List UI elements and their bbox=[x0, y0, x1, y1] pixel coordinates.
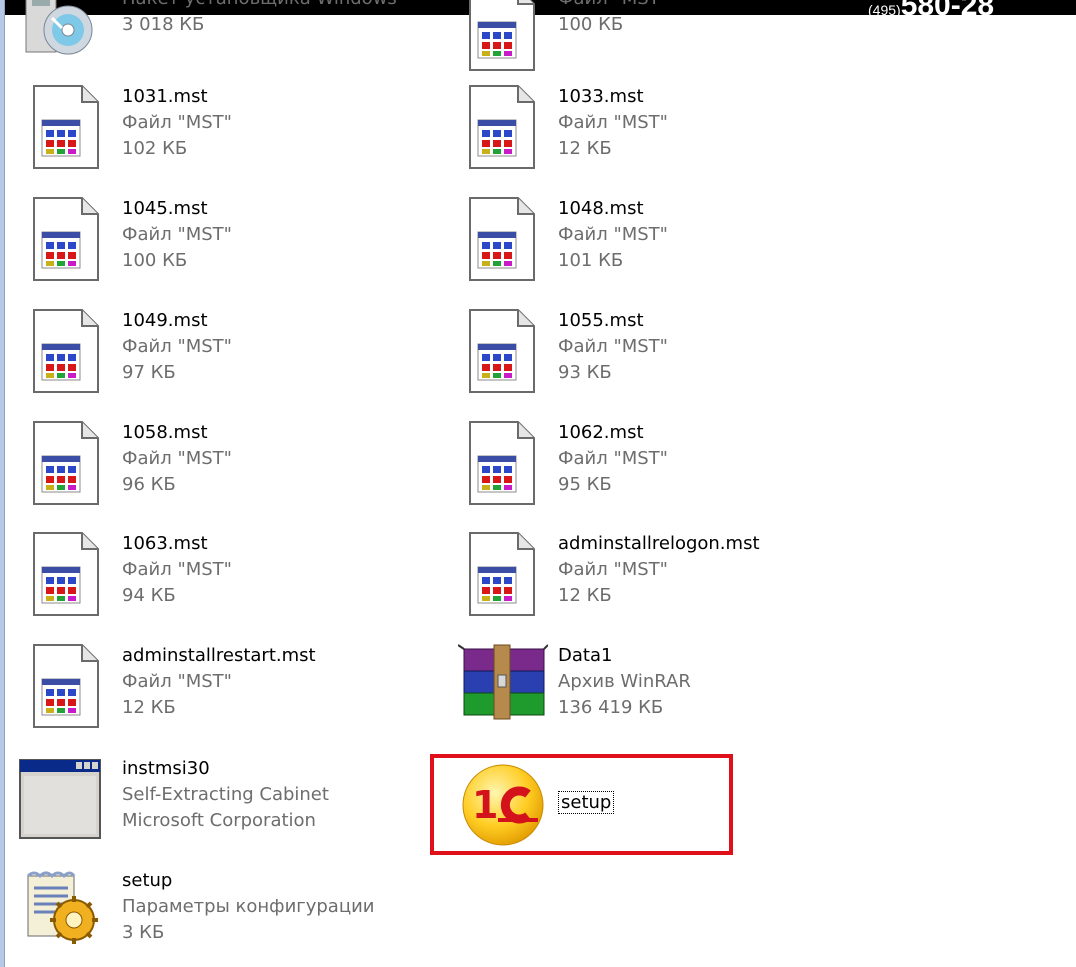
file-size: 12 КБ bbox=[558, 138, 612, 159]
file-size: 136 419 КБ bbox=[558, 697, 664, 718]
mst-file-icon bbox=[458, 0, 548, 74]
file-type: Файл "MST" bbox=[122, 671, 232, 692]
file-type: Параметры конфигурации bbox=[122, 896, 375, 917]
file-type: Файл "MST" bbox=[558, 0, 668, 12]
mst-file-icon bbox=[458, 529, 548, 619]
mst-file-icon bbox=[22, 306, 112, 396]
file-type: Пакет установщика Windows bbox=[122, 0, 397, 12]
file-item-1055-mst[interactable]: 1055.mst Файл "MST" 93 КБ bbox=[458, 306, 858, 406]
file-item-adminstallrelogon[interactable]: adminstallrelogon.mst Файл "MST" 12 КБ bbox=[458, 529, 858, 629]
file-item-1049-mst[interactable]: 1049.mst Файл "MST" 97 КБ bbox=[22, 306, 422, 406]
mst-file-icon bbox=[22, 82, 112, 172]
file-size: 102 КБ bbox=[122, 138, 188, 159]
file-name: adminstallrestart.mst bbox=[122, 645, 316, 666]
file-type: Файл "MST" bbox=[122, 224, 232, 245]
file-name: Data1 bbox=[558, 645, 613, 666]
file-type: Файл "MST" bbox=[122, 336, 232, 357]
file-size: 3 КБ bbox=[122, 922, 165, 943]
file-name: setup bbox=[558, 791, 615, 814]
file-item-msi[interactable]: Пакет установщика Windows 3 018 КБ bbox=[22, 0, 422, 84]
mst-file-icon bbox=[458, 82, 548, 172]
file-item-1045-mst[interactable]: 1045.mst Файл "MST" 100 КБ bbox=[22, 194, 422, 294]
file-size: 93 КБ bbox=[558, 362, 612, 383]
file-size: 12 КБ bbox=[122, 697, 176, 718]
file-name: 1033.mst bbox=[558, 86, 644, 107]
winrar-archive-icon bbox=[457, 641, 549, 731]
file-item-1031-mst[interactable]: 1031.mst Файл "MST" 102 КБ bbox=[22, 82, 422, 182]
file-type: Файл "MST" bbox=[558, 112, 668, 133]
mst-file-icon bbox=[22, 418, 112, 508]
file-item-adminstallrestart[interactable]: adminstallrestart.mst Файл "MST" 12 КБ bbox=[22, 641, 422, 741]
file-size: 97 КБ bbox=[122, 362, 176, 383]
file-size: 3 018 КБ bbox=[122, 14, 205, 35]
mst-file-icon bbox=[458, 418, 548, 508]
mst-file-icon bbox=[22, 641, 112, 731]
config-settings-icon bbox=[22, 866, 112, 956]
file-type: Архив WinRAR bbox=[558, 671, 691, 692]
file-item-data1[interactable]: Data1 Архив WinRAR 136 419 КБ bbox=[457, 641, 858, 741]
msi-installer-icon bbox=[22, 0, 112, 74]
file-company: Microsoft Corporation bbox=[122, 810, 316, 831]
file-size: 96 КБ bbox=[122, 474, 176, 495]
mst-file-icon bbox=[22, 529, 112, 619]
file-size: 100 КБ bbox=[122, 250, 188, 271]
file-size: 95 КБ bbox=[558, 474, 612, 495]
file-item-1c-setup[interactable]: 1 setup bbox=[458, 760, 858, 860]
file-size: 94 КБ bbox=[122, 585, 176, 606]
file-name: 1045.mst bbox=[122, 198, 208, 219]
file-type: Файл "MST" bbox=[558, 336, 668, 357]
svg-text:1: 1 bbox=[472, 783, 498, 827]
file-name: instmsi30 bbox=[122, 758, 210, 779]
file-item-1048-mst[interactable]: 1048.mst Файл "MST" 101 КБ bbox=[458, 194, 858, 294]
file-name: 1049.mst bbox=[122, 310, 208, 331]
file-type: Файл "MST" bbox=[122, 112, 232, 133]
file-item-1033-mst[interactable]: 1033.mst Файл "MST" 12 КБ bbox=[458, 82, 858, 182]
file-name: adminstallrelogon.mst bbox=[558, 533, 760, 554]
1c-logo-icon: 1 bbox=[458, 760, 548, 850]
file-name: 1063.mst bbox=[122, 533, 208, 554]
file-item-setup-config[interactable]: setup Параметры конфигурации 3 КБ bbox=[22, 866, 422, 966]
file-type: Файл "MST" bbox=[122, 559, 232, 580]
file-name: 1031.mst bbox=[122, 86, 208, 107]
file-item-1063-mst[interactable]: 1063.mst Файл "MST" 94 КБ bbox=[22, 529, 422, 629]
file-item-1058-mst[interactable]: 1058.mst Файл "MST" 96 КБ bbox=[22, 418, 422, 518]
file-name: 1058.mst bbox=[122, 422, 208, 443]
application-window-icon bbox=[18, 754, 108, 844]
file-size: 101 КБ bbox=[558, 250, 624, 271]
file-item-instmsi30[interactable]: instmsi30 Self-Extracting Cabinet Micros… bbox=[18, 754, 418, 854]
file-type: Файл "MST" bbox=[122, 448, 232, 469]
file-size: 100 КБ bbox=[558, 14, 624, 35]
file-item-1062-mst[interactable]: 1062.mst Файл "MST" 95 КБ bbox=[458, 418, 858, 518]
file-type: Файл "MST" bbox=[558, 224, 668, 245]
file-type: Файл "MST" bbox=[558, 448, 668, 469]
mst-file-icon bbox=[22, 194, 112, 284]
file-item-mst[interactable]: Файл "MST" 100 КБ bbox=[458, 0, 858, 84]
file-type: Файл "MST" bbox=[558, 559, 668, 580]
file-type: Self-Extracting Cabinet bbox=[122, 784, 329, 805]
file-name: 1048.mst bbox=[558, 198, 644, 219]
phone-number: (495)580-28 bbox=[868, 0, 994, 15]
file-name: setup bbox=[122, 870, 173, 891]
mst-file-icon bbox=[458, 306, 548, 396]
file-size: 12 КБ bbox=[558, 585, 612, 606]
mst-file-icon bbox=[458, 194, 548, 284]
file-name: 1062.mst bbox=[558, 422, 644, 443]
window-left-edge bbox=[0, 0, 5, 967]
file-name: 1055.mst bbox=[558, 310, 644, 331]
